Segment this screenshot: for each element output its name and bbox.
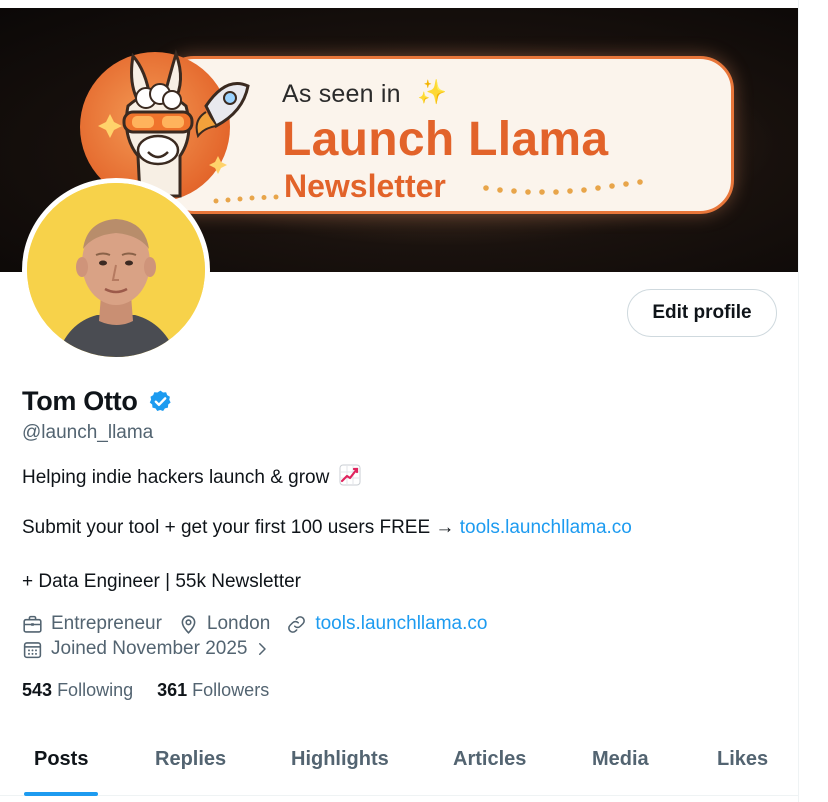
meta-location-text: London — [206, 613, 271, 634]
edit-profile-button[interactable]: Edit profile — [627, 289, 777, 337]
banner-dots-decoration — [483, 179, 643, 195]
banner-kicker: As seen in — [282, 80, 401, 108]
briefcase-icon — [23, 615, 42, 633]
following-count: 543 — [22, 680, 53, 700]
followers-link[interactable]: 361 Followers — [157, 680, 269, 700]
bio-text: Helping indie hackers launch & grow — [22, 467, 330, 488]
bio-link[interactable]: tools.launchllama.co — [460, 517, 632, 538]
banner-dots-decoration — [213, 194, 279, 204]
meta-location: London — [178, 613, 270, 635]
profile-meta-joined[interactable]: Joined November 2025 — [22, 638, 271, 660]
profile-tabs: Posts Replies Highlights Articles Media … — [0, 730, 798, 796]
tab-likes[interactable]: Likes — [717, 748, 768, 771]
person-portrait-icon — [27, 183, 205, 357]
tab-highlights[interactable]: Highlights — [291, 748, 389, 771]
followers-label: Followers — [192, 680, 270, 700]
profile-handle: @launch_llama — [22, 422, 154, 443]
following-label: Following — [57, 680, 134, 700]
column-border — [798, 0, 799, 802]
meta-category-text: Entrepreneur — [51, 613, 162, 634]
bio-line: Submit your tool + get your first 100 us… — [22, 517, 632, 539]
bio-line: Helping indie hackers launch & grow — [22, 464, 361, 489]
following-link[interactable]: 543 Following — [22, 680, 133, 700]
bio-text: Submit your tool + get your first 100 us… — [22, 517, 460, 538]
profile-meta: Entrepreneur London tools.launchllama.co — [22, 613, 503, 635]
calendar-icon — [23, 641, 42, 658]
tab-posts[interactable]: Posts — [34, 748, 88, 771]
tab-articles[interactable]: Articles — [453, 748, 526, 771]
website-link[interactable]: tools.launchllama.co — [315, 613, 487, 635]
joined-text: Joined November 2025 — [51, 638, 248, 659]
tab-replies[interactable]: Replies — [155, 748, 226, 771]
profile-page: As seen in ✨ Launch Llama Newsletter Edi… — [0, 0, 798, 802]
chevron-right-icon — [259, 643, 267, 655]
meta-website[interactable]: tools.launchllama.co — [286, 613, 487, 635]
followers-count: 361 — [157, 680, 188, 700]
avatar[interactable] — [22, 178, 210, 362]
profile-name: Tom Otto — [22, 386, 138, 416]
avatar-photo — [27, 183, 205, 357]
meta-category: Entrepreneur — [22, 613, 162, 635]
banner-title: Launch Llama — [282, 113, 609, 166]
tab-media[interactable]: Media — [592, 748, 649, 771]
link-icon — [288, 615, 306, 633]
chart-increasing-icon — [339, 464, 361, 486]
bio-line: + Data Engineer | 55k Newsletter — [22, 571, 301, 592]
verified-badge-icon[interactable] — [148, 389, 173, 414]
banner-subtitle: Newsletter — [284, 168, 446, 204]
location-pin-icon — [181, 614, 196, 634]
sparkle-icon: ✨ — [417, 79, 447, 106]
follow-stats: 543 Following 361 Followers — [22, 680, 269, 701]
active-tab-indicator — [24, 792, 98, 796]
